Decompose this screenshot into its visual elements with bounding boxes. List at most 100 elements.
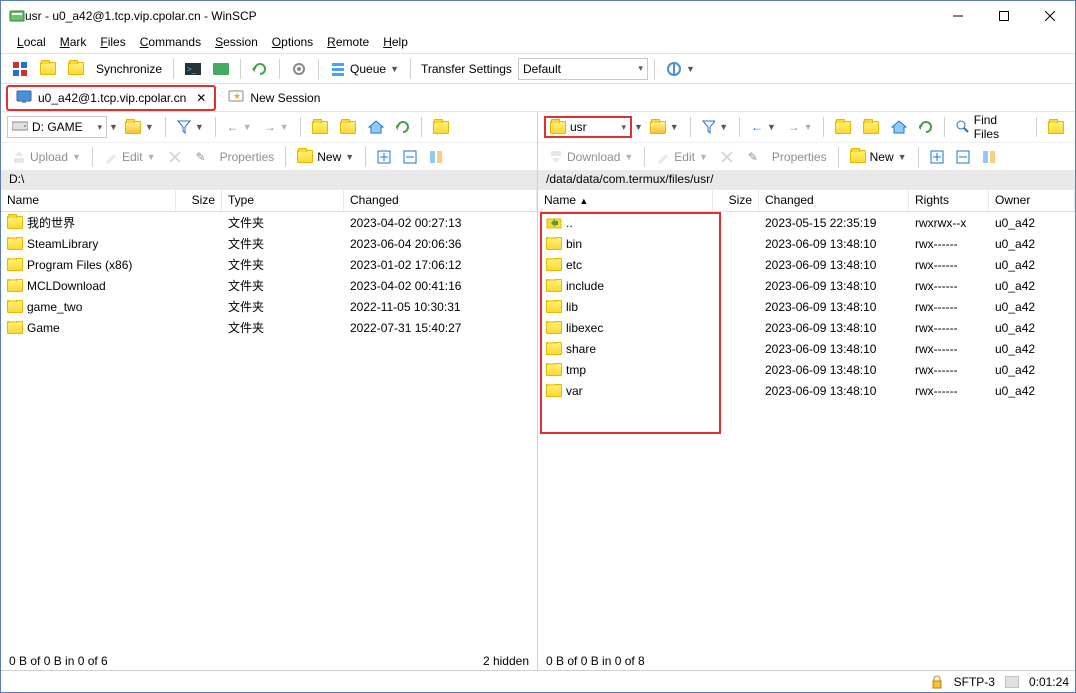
remote-listing[interactable]: ..2023-05-15 22:35:19rwxrwx--xu0_a42bin2…: [538, 212, 1075, 652]
list-item[interactable]: libexec2023-06-09 13:48:10rwx------u0_a4…: [538, 317, 1075, 338]
session-tab-active[interactable]: u0_a42@1.tcp.vip.cpolar.cn ✕: [7, 86, 215, 110]
folder-icon: [7, 321, 23, 334]
col-name[interactable]: Name: [1, 190, 176, 211]
sync-icon[interactable]: [63, 57, 89, 81]
remote-properties-button[interactable]: Properties: [767, 145, 832, 169]
list-item[interactable]: var2023-06-09 13:48:10rwx------u0_a42: [538, 380, 1075, 401]
col-type[interactable]: Type: [222, 190, 344, 211]
remote-panel: usr▾ ▼ ▼ ▼ ←▼ →▼ Find Files Download▼ Ed…: [537, 112, 1075, 670]
local-parent-icon[interactable]: [307, 115, 333, 139]
maximize-button[interactable]: [981, 1, 1027, 31]
list-item[interactable]: ..2023-05-15 22:35:19rwxrwx--xu0_a42: [538, 212, 1075, 233]
local-layout-icon[interactable]: [424, 145, 448, 169]
remote-parent-icon[interactable]: [830, 115, 856, 139]
local-edit-button[interactable]: Edit▼: [99, 145, 161, 169]
sync-browse-icon[interactable]: [7, 57, 33, 81]
menu-options[interactable]: Options: [266, 33, 319, 51]
local-back-icon[interactable]: ←▼: [222, 115, 257, 139]
local-forward-icon[interactable]: →▼: [259, 115, 294, 139]
list-item[interactable]: include2023-06-09 13:48:10rwx------u0_a4…: [538, 275, 1075, 296]
menu-remote[interactable]: Remote: [321, 33, 375, 51]
local-minus-icon[interactable]: [398, 145, 422, 169]
remote-new-button[interactable]: New▼: [845, 145, 912, 169]
list-item[interactable]: Program Files (x86)文件夹2023-01-02 17:06:1…: [1, 254, 537, 275]
console-icon[interactable]: >_: [180, 57, 206, 81]
local-path[interactable]: D:\: [1, 170, 537, 190]
remote-open-folder-icon[interactable]: ▼: [645, 115, 684, 139]
local-rename-icon[interactable]: ✎: [189, 145, 213, 169]
local-delete-icon[interactable]: [163, 145, 187, 169]
list-item[interactable]: 我的世界文件夹2023-04-02 00:27:13: [1, 212, 537, 233]
remote-dir-combo[interactable]: usr▾: [544, 116, 632, 138]
local-plus-icon[interactable]: [372, 145, 396, 169]
compare-icon[interactable]: [35, 57, 61, 81]
menu-commands[interactable]: Commands: [134, 33, 207, 51]
disconnect-icon[interactable]: ▼: [661, 57, 700, 81]
remote-plus-icon[interactable]: [925, 145, 949, 169]
drive-dropdown-icon[interactable]: ▼: [109, 122, 118, 132]
list-item[interactable]: bin2023-06-09 13:48:10rwx------u0_a42: [538, 233, 1075, 254]
monitor-icon: [16, 90, 32, 106]
close-button[interactable]: [1027, 1, 1073, 31]
gear-icon[interactable]: [286, 57, 312, 81]
remote-dir-dropdown-icon[interactable]: ▼: [634, 122, 643, 132]
queue-button[interactable]: Queue▼: [325, 57, 404, 81]
remote-delete-icon[interactable]: [715, 145, 739, 169]
list-item[interactable]: SteamLibrary文件夹2023-06-04 20:06:36: [1, 233, 537, 254]
list-item[interactable]: lib2023-06-09 13:48:10rwx------u0_a42: [538, 296, 1075, 317]
remote-nav-toolbar: usr▾ ▼ ▼ ▼ ←▼ →▼ Find Files: [538, 112, 1075, 142]
putty-icon[interactable]: [208, 57, 234, 81]
remote-path[interactable]: /data/data/com.termux/files/usr/: [538, 170, 1075, 190]
local-bookmark-icon[interactable]: [428, 115, 454, 139]
transfer-settings-combo[interactable]: Default▾: [518, 58, 648, 80]
local-home-icon[interactable]: [363, 115, 389, 139]
list-item[interactable]: share2023-06-09 13:48:10rwx------u0_a42: [538, 338, 1075, 359]
remote-layout-icon[interactable]: [977, 145, 1001, 169]
upload-button[interactable]: Upload▼: [7, 145, 86, 169]
col-changed[interactable]: Changed: [344, 190, 537, 211]
col-owner[interactable]: Owner: [989, 190, 1075, 211]
remote-rename-icon[interactable]: ✎: [741, 145, 765, 169]
minimize-button[interactable]: [935, 1, 981, 31]
remote-root-icon[interactable]: [858, 115, 884, 139]
local-new-button[interactable]: New▼: [292, 145, 359, 169]
menu-local[interactable]: Local: [11, 33, 52, 51]
find-files-button[interactable]: Find Files: [951, 115, 1030, 139]
titlebar: usr - u0_a42@1.tcp.vip.cpolar.cn - WinSC…: [1, 1, 1075, 31]
local-root-icon[interactable]: [335, 115, 361, 139]
local-properties-button[interactable]: Properties: [215, 145, 280, 169]
list-item[interactable]: Game文件夹2022-07-31 15:40:27: [1, 317, 537, 338]
local-filter-icon[interactable]: ▼: [172, 115, 209, 139]
local-refresh-icon[interactable]: [391, 115, 415, 139]
synchronize-button[interactable]: Synchronize: [91, 57, 167, 81]
list-item[interactable]: etc2023-06-09 13:48:10rwx------u0_a42: [538, 254, 1075, 275]
local-drive-combo[interactable]: D: GAME▾: [7, 116, 107, 138]
local-open-folder-icon[interactable]: ▼: [120, 115, 159, 139]
remote-filter-icon[interactable]: ▼: [697, 115, 734, 139]
remote-edit-button[interactable]: Edit▼: [651, 145, 713, 169]
list-item[interactable]: game_two文件夹2022-11-05 10:30:31: [1, 296, 537, 317]
remote-bookmark-icon[interactable]: [1043, 115, 1069, 139]
list-item[interactable]: tmp2023-06-09 13:48:10rwx------u0_a42: [538, 359, 1075, 380]
download-button[interactable]: Download▼: [544, 145, 638, 169]
remote-home-icon[interactable]: [886, 115, 912, 139]
col-rights[interactable]: Rights: [909, 190, 989, 211]
remote-forward-icon[interactable]: →▼: [783, 115, 818, 139]
list-item[interactable]: MCLDownload文件夹2023-04-02 00:41:16: [1, 275, 537, 296]
menu-session[interactable]: Session: [209, 33, 264, 51]
col-size[interactable]: Size: [176, 190, 222, 211]
remote-minus-icon[interactable]: [951, 145, 975, 169]
local-listing[interactable]: 我的世界文件夹2023-04-02 00:27:13SteamLibrary文件…: [1, 212, 537, 652]
col-changed[interactable]: Changed: [759, 190, 909, 211]
remote-back-icon[interactable]: ←▼: [746, 115, 781, 139]
tab-close-icon[interactable]: ✕: [196, 91, 206, 105]
menu-mark[interactable]: Mark: [54, 33, 93, 51]
col-name[interactable]: Name ▲: [538, 190, 713, 211]
menu-help[interactable]: Help: [377, 33, 414, 51]
col-size[interactable]: Size: [713, 190, 759, 211]
menu-files[interactable]: Files: [94, 33, 131, 51]
remote-refresh-icon[interactable]: [914, 115, 938, 139]
refresh-both-icon[interactable]: [247, 57, 273, 81]
app-icon: [9, 8, 25, 24]
new-session-tab[interactable]: ★ New Session: [219, 86, 329, 110]
